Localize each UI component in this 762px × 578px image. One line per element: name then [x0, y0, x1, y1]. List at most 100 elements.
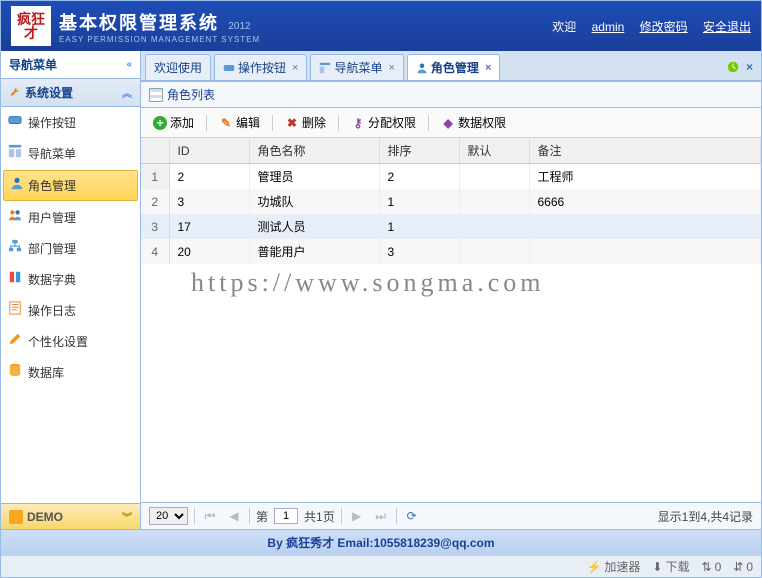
table-row[interactable]: 2 3 功城队 1 6666	[141, 189, 761, 214]
prev-page-button[interactable]: ◀	[225, 507, 243, 525]
close-all-tabs-icon[interactable]: ×	[746, 60, 753, 74]
sidebar-item-roles[interactable]: 角色管理	[3, 170, 138, 201]
page-input[interactable]	[274, 508, 298, 524]
separator	[249, 508, 250, 524]
demo-panel-header[interactable]: DEMO ︾	[1, 503, 140, 529]
add-button[interactable]: +添加	[147, 112, 200, 133]
tab-label: 操作按钮	[238, 59, 286, 76]
refresh-button[interactable]: ⟳	[403, 507, 421, 525]
add-label: 添加	[170, 114, 194, 131]
table-row[interactable]: 4 20 普能用户 3	[141, 239, 761, 264]
tab-buttons[interactable]: 操作按钮 ×	[214, 54, 307, 80]
cell-id: 2	[169, 164, 249, 190]
cell-id: 17	[169, 214, 249, 239]
total-pages-label: 共1页	[304, 508, 335, 525]
app-year: 2012	[228, 21, 250, 32]
sidebar-item-users[interactable]: 用户管理	[1, 202, 140, 233]
cell-name: 测试人员	[249, 214, 379, 239]
edit-label: 编辑	[236, 114, 260, 131]
sidebar-item-depts[interactable]: 部门管理	[1, 233, 140, 264]
nav-menu-header[interactable]: 导航菜单 «	[1, 51, 140, 79]
rownum-cell: 1	[141, 164, 169, 190]
rownum-cell: 3	[141, 214, 169, 239]
app-title: 基本权限管理系统	[59, 13, 219, 33]
close-icon[interactable]: ×	[388, 62, 394, 74]
sidebar-item-label: 个性化设置	[28, 335, 88, 349]
sidebar-item-logs[interactable]: 操作日志	[1, 295, 140, 326]
layout-icon	[8, 144, 22, 158]
col-sort[interactable]: 排序	[379, 138, 459, 164]
cell-name: 功城队	[249, 189, 379, 214]
status-download[interactable]: ⬇下载	[652, 558, 689, 575]
cell-id: 20	[169, 239, 249, 264]
app-logo: 疯狂才	[11, 6, 51, 46]
tab-welcome[interactable]: 欢迎使用	[145, 54, 211, 80]
table-container: ID 角色名称 排序 默认 备注 1 2 管理员 2 工程师2 3 功城队 1 …	[141, 138, 761, 502]
col-rownum[interactable]	[141, 138, 169, 164]
main-area: 欢迎使用 操作按钮 × 导航菜单 × 角色管理 × ×	[141, 51, 761, 529]
username-link[interactable]: admin	[592, 20, 625, 34]
org-icon	[8, 239, 22, 253]
tab-roles[interactable]: 角色管理 ×	[407, 54, 500, 80]
col-id[interactable]: ID	[169, 138, 249, 164]
page-size-select[interactable]: 20	[149, 507, 188, 525]
assign-perm-button[interactable]: ⚷分配权限	[345, 112, 422, 133]
tab-nav[interactable]: 导航菜单 ×	[310, 54, 403, 80]
cell-remark	[529, 239, 761, 264]
grid-toolbar: +添加 ✎编辑 ✖删除 ⚷分配权限 ◆数据权限	[141, 108, 761, 138]
first-page-button[interactable]: ⏮	[201, 507, 219, 525]
system-settings-header[interactable]: 系统设置 ︽	[1, 79, 140, 107]
page-label-pre: 第	[256, 508, 268, 525]
users-icon	[8, 208, 22, 222]
shield-icon: ◆	[441, 116, 455, 130]
expand-down-icon[interactable]: ︾	[122, 509, 132, 524]
last-page-button[interactable]: ⏭	[372, 507, 390, 525]
button-icon	[8, 113, 22, 127]
sidebar-item-label: 数据字典	[28, 273, 76, 287]
sidebar-item-label: 用户管理	[28, 211, 76, 225]
sidebar-item-buttons[interactable]: 操作按钮	[1, 107, 140, 138]
sidebar-item-label: 部门管理	[28, 242, 76, 256]
grid-title-bar: 角色列表	[141, 81, 761, 108]
sidebar-item-nav[interactable]: 导航菜单	[1, 138, 140, 169]
separator	[272, 115, 273, 131]
refresh-tabs-icon[interactable]	[726, 60, 740, 74]
table-row[interactable]: 1 2 管理员 2 工程师	[141, 164, 761, 190]
button-icon	[223, 62, 235, 74]
status-accel[interactable]: ⚡加速器	[586, 558, 640, 575]
sidebar-item-label: 操作日志	[28, 304, 76, 318]
key-icon: ⚷	[351, 116, 365, 130]
separator	[194, 508, 195, 524]
log-icon	[8, 301, 22, 315]
change-password-link[interactable]: 修改密码	[640, 20, 688, 34]
system-settings-title: 系统设置	[25, 84, 73, 101]
col-default[interactable]: 默认	[459, 138, 529, 164]
book-icon	[8, 270, 22, 284]
collapse-up-icon[interactable]: ︽	[122, 85, 132, 100]
sidebar-item-db[interactable]: 数据库	[1, 357, 140, 388]
close-icon[interactable]: ×	[292, 62, 298, 74]
next-page-button[interactable]: ▶	[348, 507, 366, 525]
delete-button[interactable]: ✖删除	[279, 112, 332, 133]
cell-remark	[529, 214, 761, 239]
col-remark[interactable]: 备注	[529, 138, 761, 164]
sidebar-item-dict[interactable]: 数据字典	[1, 264, 140, 295]
edit-button[interactable]: ✎编辑	[213, 112, 266, 133]
header-actions: 欢迎 admin 修改密码 安全退出	[552, 18, 751, 35]
sidebar-item-label: 导航菜单	[28, 147, 76, 161]
demo-label: DEMO	[27, 510, 63, 524]
separator	[428, 115, 429, 131]
close-icon[interactable]: ×	[485, 62, 491, 74]
folder-icon	[9, 510, 23, 524]
logout-link[interactable]: 安全退出	[703, 20, 751, 34]
collapse-left-icon[interactable]: «	[126, 59, 132, 70]
plus-icon: +	[153, 116, 167, 130]
delete-label: 删除	[302, 114, 326, 131]
col-name[interactable]: 角色名称	[249, 138, 379, 164]
sidebar-item-label: 角色管理	[28, 179, 76, 193]
sidebar-item-personal[interactable]: 个性化设置	[1, 326, 140, 357]
data-perm-button[interactable]: ◆数据权限	[435, 112, 512, 133]
table-row[interactable]: 3 17 测试人员 1	[141, 214, 761, 239]
user-role-icon	[416, 62, 428, 74]
database-icon	[8, 363, 22, 377]
